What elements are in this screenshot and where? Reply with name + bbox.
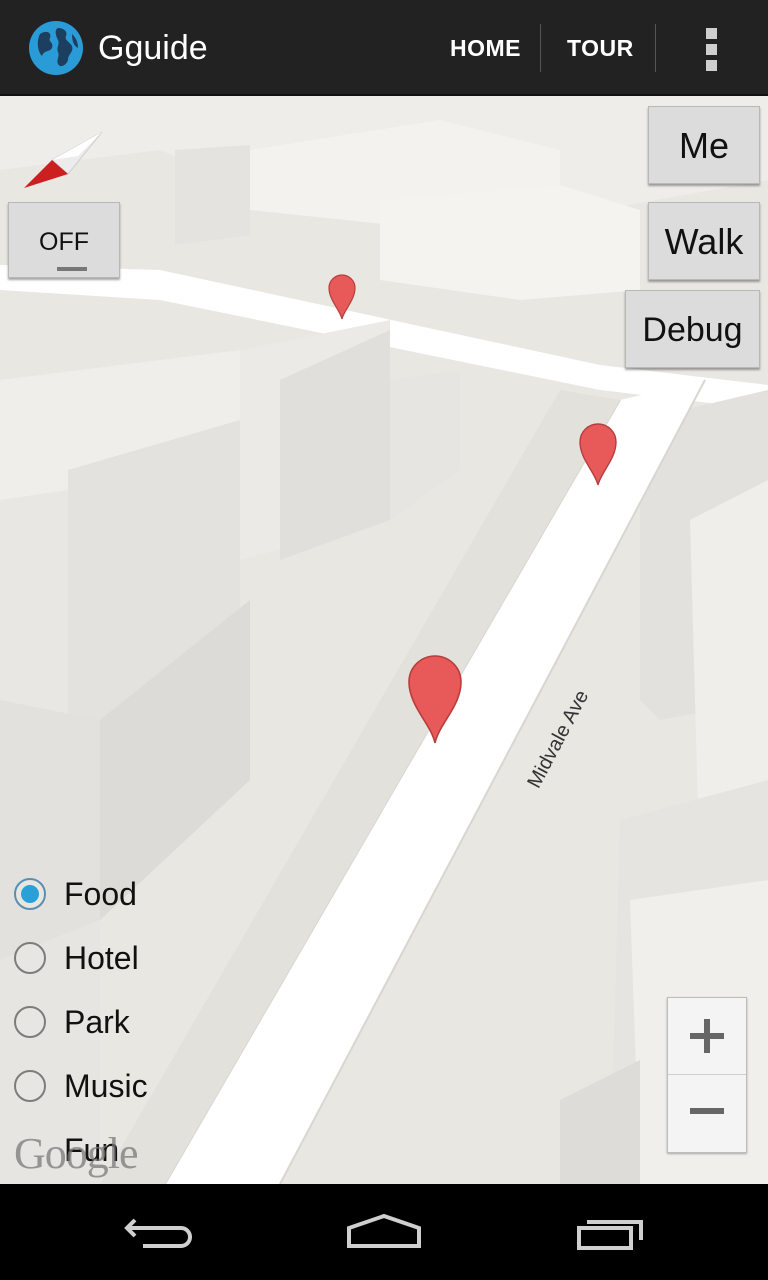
tracking-toggle-button[interactable]: OFF (8, 202, 120, 278)
radio-label: Food (64, 876, 137, 912)
toggle-label: OFF (39, 228, 89, 256)
radio-button[interactable] (14, 942, 46, 974)
system-navigation-bar (0, 1184, 768, 1280)
home-icon[interactable] (329, 1204, 439, 1260)
back-icon[interactable] (105, 1204, 215, 1260)
app-title: Gguide (98, 29, 208, 67)
radio-label: Hotel (64, 940, 139, 976)
google-attribution: Google (14, 1129, 139, 1178)
walk-button[interactable]: Walk (648, 202, 760, 280)
action-divider (655, 24, 656, 72)
minus-icon[interactable] (668, 1075, 746, 1151)
radio-button[interactable] (14, 1006, 46, 1038)
map-view[interactable]: Midvale Ave OFF Me Walk Debug Food Hotel… (0, 96, 768, 1184)
recents-icon[interactable] (555, 1204, 665, 1260)
compass-icon[interactable] (22, 130, 104, 192)
plus-icon[interactable] (668, 998, 746, 1075)
map-pin-icon[interactable] (578, 422, 618, 486)
action-divider (540, 24, 541, 72)
home-tab[interactable]: HOME (450, 30, 521, 66)
overflow-menu-icon[interactable] (696, 26, 728, 71)
toggle-indicator (57, 267, 87, 271)
debug-button[interactable]: Debug (625, 290, 760, 368)
zoom-controls (667, 997, 747, 1153)
me-button[interactable]: Me (648, 106, 760, 184)
radio-button-selected[interactable] (14, 878, 46, 910)
tour-tab[interactable]: TOUR (567, 30, 634, 66)
globe-icon[interactable] (28, 20, 84, 76)
radio-label: Park (64, 1004, 130, 1040)
map-pin-icon[interactable] (407, 654, 463, 744)
map-pin-icon[interactable] (327, 272, 357, 320)
action-bar: Gguide HOME TOUR (0, 0, 768, 96)
radio-button[interactable] (14, 1070, 46, 1102)
radio-label: Music (64, 1068, 148, 1104)
